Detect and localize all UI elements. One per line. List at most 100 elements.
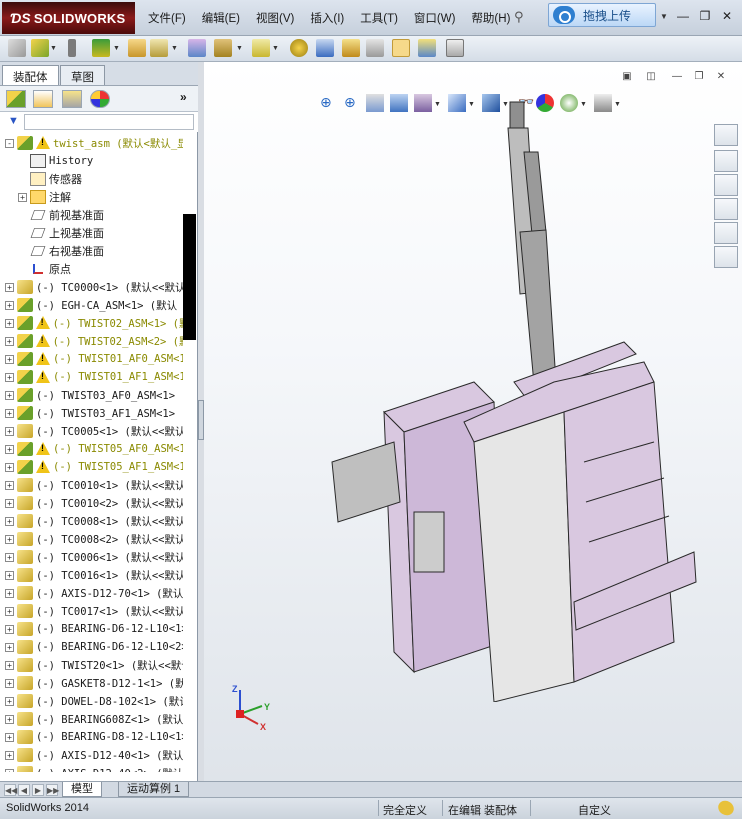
tree-item[interactable]: + (-) DOWEL-D8-102<1> (默认 [0, 692, 183, 710]
expand-icon[interactable]: + [5, 696, 14, 706]
tree-item[interactable]: + (-) TC0008<2> (默认<<默认 [0, 530, 183, 548]
expand-icon[interactable]: + [5, 570, 14, 580]
solidworks-logo[interactable]: ƊS SOLIDWORKS [2, 2, 135, 34]
display-manager-icon[interactable] [90, 90, 110, 108]
tree-item[interactable]: + (-) TC0017<1> (默认<<默认 [0, 602, 183, 620]
tree-item[interactable]: + (-) TWIST01_AF1_ASM<1> [0, 368, 183, 386]
expand-icon[interactable]: + [5, 462, 14, 472]
chevron-down-icon[interactable]: ▼ [660, 12, 668, 21]
expand-icon[interactable]: + [5, 390, 14, 400]
expand-icon[interactable]: + [5, 444, 14, 454]
menu-edit[interactable]: 编辑(E) [194, 6, 248, 30]
last-tab-icon[interactable]: ▶▶ [46, 784, 59, 796]
tree-item[interactable]: + (-) TC0010<2> (默认<<默认 [0, 494, 183, 512]
file-explorer-icon[interactable] [714, 174, 738, 196]
tree-item[interactable]: + (-) AXIS-D12-40<2> (默认< [0, 764, 183, 772]
tree-item[interactable]: + (-) TWIST03_AF1_ASM<1> (默 [0, 404, 183, 422]
view-palette-icon[interactable] [714, 198, 738, 220]
property-manager-icon[interactable] [33, 90, 53, 108]
expand-icon[interactable]: + [5, 426, 14, 436]
snapshot-icon[interactable] [418, 39, 436, 57]
assembly-feature-icon[interactable] [342, 39, 360, 57]
tab-sketch[interactable]: 草图 [60, 65, 105, 85]
expand-icon[interactable]: + [5, 516, 14, 526]
chevron-down-icon[interactable]: ▼ [272, 45, 279, 52]
minimize-icon[interactable]: — [674, 8, 692, 24]
expand-icon[interactable]: + [5, 678, 14, 688]
expand-icon[interactable]: + [5, 660, 14, 670]
first-tab-icon[interactable]: ◀◀ [4, 784, 17, 796]
tree-item[interactable]: + (-) AXIS-D12-40<1> (默认< [0, 746, 183, 764]
filter-icon[interactable]: ▼ [8, 115, 19, 127]
tree-item[interactable]: + 注解 [0, 188, 183, 206]
restore-icon[interactable]: ❐ [696, 8, 714, 24]
tree-item[interactable]: 右视基准面 [0, 242, 183, 260]
tree-item[interactable]: 传感器 [0, 170, 183, 188]
tree-item[interactable]: + (-) AXIS-D12-70<1> (默认< [0, 584, 183, 602]
tree-item[interactable]: + (-) TWIST05_AF0_ASM<1> [0, 440, 183, 458]
filter-input[interactable] [24, 114, 194, 130]
expand-icon[interactable]: + [5, 642, 14, 652]
menu-tools[interactable]: 工具(T) [352, 6, 406, 30]
design-library-icon[interactable] [714, 150, 738, 172]
smart-fastener-icon[interactable] [214, 39, 232, 57]
graphics-area[interactable]: ▣ ◫ — ❐ ✕ ⊕ ⊕ ▼ ▼ ▼ 👓 ▼ ▼ Z Y X [204, 62, 742, 781]
prev-tab-icon[interactable]: ◀ [18, 784, 30, 796]
more-icon[interactable]: » [180, 90, 187, 104]
tree-item[interactable]: + (-) TC0008<1> (默认<<默认 [0, 512, 183, 530]
tree-item[interactable]: + (-) TWIST01_AF0_ASM<1> [0, 350, 183, 368]
viewport-close-icon[interactable]: ✕ [714, 70, 728, 83]
close-icon[interactable]: ✕ [718, 8, 736, 24]
open-icon[interactable] [31, 39, 49, 57]
paperclip-icon[interactable] [68, 39, 76, 57]
menu-window[interactable]: 窗口(W) [406, 6, 464, 30]
tree-item[interactable]: + (-) TC0005<1> (默认<<默认 [0, 422, 183, 440]
new-document-icon[interactable] [8, 39, 26, 57]
help-icon[interactable] [715, 797, 737, 819]
expand-icon[interactable]: + [5, 732, 14, 742]
upload-button[interactable]: 拖拽上传 [548, 3, 656, 27]
configuration-manager-icon[interactable] [62, 90, 82, 108]
expand-icon[interactable]: + [5, 606, 14, 616]
tree-item[interactable]: + (-) TWIST03_AF0_ASM<1> (默 [0, 386, 183, 404]
tree-item[interactable]: + (-) TWIST02_ASM<2> (默认 [0, 332, 183, 350]
chevron-down-icon[interactable]: ▼ [50, 45, 57, 52]
chevron-down-icon[interactable]: ▼ [113, 45, 120, 52]
solidworks-resources-icon[interactable] [714, 124, 738, 146]
expand-icon[interactable]: + [5, 588, 14, 598]
tree-item[interactable]: + (-) TWIST02_ASM<1> (默认 [0, 314, 183, 332]
expand-icon[interactable]: + [5, 336, 14, 346]
tab-model[interactable]: 模型 [62, 782, 102, 797]
explode-icon[interactable] [252, 39, 270, 57]
tree-item[interactable]: + (-) TC0000<1> (默认<<默认 [0, 278, 183, 296]
properties-icon[interactable] [446, 39, 464, 57]
tree-item[interactable]: 原点 [0, 260, 183, 278]
mate-icon[interactable] [92, 39, 110, 57]
options-icon[interactable] [150, 39, 168, 57]
expand-icon[interactable]: + [5, 714, 14, 724]
expand-icon[interactable]: + [5, 498, 14, 508]
expand-icon[interactable]: + [5, 282, 14, 292]
assembly-model[interactable] [324, 82, 704, 702]
tree-item[interactable]: + (-) TC0010<1> (默认<<默认 [0, 476, 183, 494]
next-tab-icon[interactable]: ▶ [32, 784, 44, 796]
tree-item[interactable]: + (-) BEARING608Z<1> (默认< [0, 710, 183, 728]
expand-icon[interactable]: + [5, 318, 14, 328]
expand-icon[interactable]: + [18, 192, 27, 202]
expand-icon[interactable]: + [5, 750, 14, 760]
tree-item[interactable]: + (-) BEARING-D6-12-L10<1> [0, 620, 183, 638]
select-tool-icon[interactable] [392, 39, 410, 57]
expand-icon[interactable]: + [5, 480, 14, 490]
appearances-icon[interactable] [714, 222, 738, 244]
featuremanager-tree-icon[interactable] [6, 90, 26, 108]
chevron-down-icon[interactable]: ▼ [236, 45, 243, 52]
tab-assembly[interactable]: 装配体 [2, 65, 59, 85]
tree-scrollbar[interactable] [183, 214, 196, 340]
print-icon[interactable] [128, 39, 146, 57]
rebuild-icon[interactable] [188, 39, 206, 57]
tree-item[interactable]: + (-) TWIST20<1> (默认<<默认 [0, 656, 183, 674]
collapse-icon[interactable]: - [5, 138, 14, 148]
units-status[interactable]: 自定义 [578, 802, 611, 818]
menu-file[interactable]: 文件(F) [140, 6, 194, 30]
instant3d-icon[interactable] [316, 39, 334, 57]
